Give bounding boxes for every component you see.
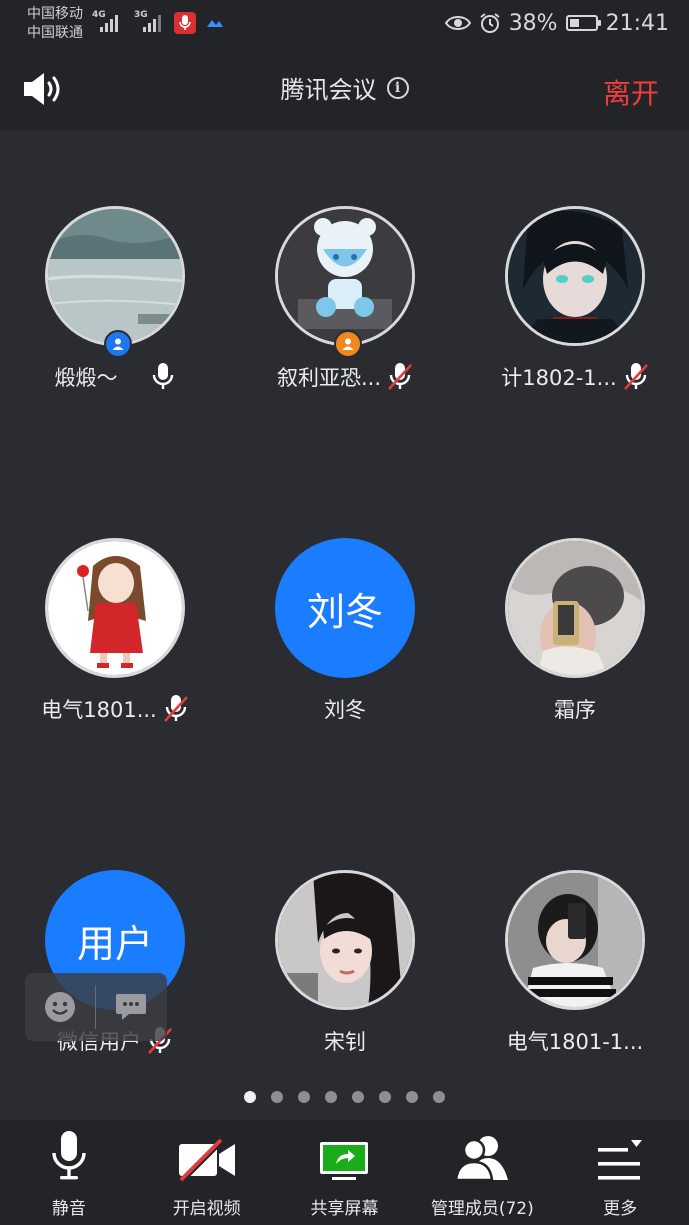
cohost-badge <box>334 330 362 358</box>
page-dot[interactable] <box>271 1091 283 1103</box>
participant-tile[interactable]: 叙利亚恐... <box>235 130 455 430</box>
participant-tile[interactable]: 宋钊 <box>235 794 455 1094</box>
mic-muted-icon <box>623 363 648 390</box>
more-menu-icon <box>598 1140 643 1180</box>
share-screen-label: 共享屏幕 <box>310 1199 379 1219</box>
battery-icon <box>565 15 601 31</box>
status-right: 38% 21:41 <box>444 8 669 38</box>
participant-name: 刘冬 <box>324 698 366 722</box>
avatar <box>505 538 645 678</box>
page-indicator[interactable] <box>0 1091 689 1103</box>
floating-reaction-bar <box>25 973 167 1041</box>
video-off-icon <box>178 1138 235 1182</box>
clock: 21:41 <box>605 10 669 36</box>
alarm-icon <box>480 13 500 33</box>
signal-icon <box>100 14 124 32</box>
eye-icon <box>444 16 471 30</box>
members-icon <box>454 1136 509 1182</box>
emoji-button[interactable] <box>25 973 95 1041</box>
page-dot[interactable] <box>433 1091 445 1103</box>
page-dot[interactable] <box>406 1091 418 1103</box>
participant-tile[interactable]: 用户 微信用户 <box>5 794 225 1094</box>
mute-button[interactable]: 静音 <box>0 1120 138 1225</box>
carrier-2: 中国联通 <box>27 25 83 41</box>
meeting-header: 腾讯会议 i 离开 <box>0 48 689 130</box>
participant-name: 霜序 <box>554 698 596 722</box>
participant-name: 叙利亚恐... <box>276 366 382 390</box>
participant-tile[interactable]: 煅煅～ <box>5 130 225 430</box>
avatar <box>45 538 185 678</box>
participant-grid: 煅煅～ 叙利亚恐... 计1802-1... 电气1801... 刘冬 刘冬 霜… <box>0 130 689 1120</box>
mute-label: 静音 <box>51 1199 86 1219</box>
chat-icon <box>116 994 146 1020</box>
carrier-names: 中国移动 中国联通 <box>27 5 83 43</box>
chat-button[interactable] <box>96 973 166 1041</box>
video-button[interactable]: 开启视频 <box>138 1120 276 1225</box>
info-icon[interactable]: i <box>386 76 409 99</box>
participant-name: 电气1801-1... <box>506 1030 644 1054</box>
more-button[interactable]: 更多 <box>551 1120 689 1225</box>
participant-tile[interactable]: 霜序 <box>465 462 685 762</box>
meeting-title: 腾讯会议 <box>280 76 377 104</box>
page-dot[interactable] <box>244 1091 256 1103</box>
emoji-icon <box>45 992 75 1022</box>
share-screen-icon <box>320 1142 369 1180</box>
participant-name: 煅煅～ <box>54 366 118 390</box>
recording-mic-icon <box>174 12 196 34</box>
participant-tile[interactable]: 计1802-1... <box>465 130 685 430</box>
mic-muted-icon <box>388 363 412 390</box>
participant-tile[interactable]: 电气1801... <box>5 462 225 762</box>
mic-on-icon <box>152 363 173 389</box>
participant-name: 电气1801... <box>41 698 157 722</box>
leave-button[interactable]: 离开 <box>603 72 659 112</box>
manage-members-button[interactable]: 管理成员(72) <box>413 1120 551 1225</box>
participant-tile[interactable]: 电气1801-1... <box>465 794 685 1094</box>
mic-muted-icon <box>163 695 188 722</box>
status-bar: 中国移动 中国联通 4G 3G 38% 21:41 <box>0 0 689 48</box>
page-dot[interactable] <box>298 1091 310 1103</box>
participant-tile[interactable]: 刘冬 刘冬 <box>235 462 455 762</box>
meeting-app-icon <box>206 17 224 33</box>
page-dot[interactable] <box>325 1091 337 1103</box>
share-screen-button[interactable]: 共享屏幕 <box>276 1120 414 1225</box>
manage-members-label: 管理成员(72) <box>430 1199 534 1219</box>
avatar <box>45 206 185 346</box>
signal-icon <box>143 14 167 32</box>
avatar <box>505 206 645 346</box>
participant-name: 计1802-1... <box>501 366 617 390</box>
video-label: 开启视频 <box>172 1199 241 1219</box>
avatar <box>275 206 415 346</box>
avatar <box>275 870 415 1010</box>
bottom-toolbar: 静音 开启视频 共享屏幕 管理成员(72) 更多 <box>0 1120 689 1225</box>
avatar <box>505 870 645 1010</box>
more-label: 更多 <box>603 1199 638 1219</box>
battery-percent: 38% <box>508 10 558 36</box>
microphone-icon <box>52 1131 86 1180</box>
avatar-text: 刘冬 <box>275 538 415 678</box>
participant-name: 宋钊 <box>324 1030 366 1054</box>
carrier-1: 中国移动 <box>27 6 83 22</box>
host-badge <box>104 330 132 358</box>
page-dot[interactable] <box>379 1091 391 1103</box>
page-dot[interactable] <box>352 1091 364 1103</box>
